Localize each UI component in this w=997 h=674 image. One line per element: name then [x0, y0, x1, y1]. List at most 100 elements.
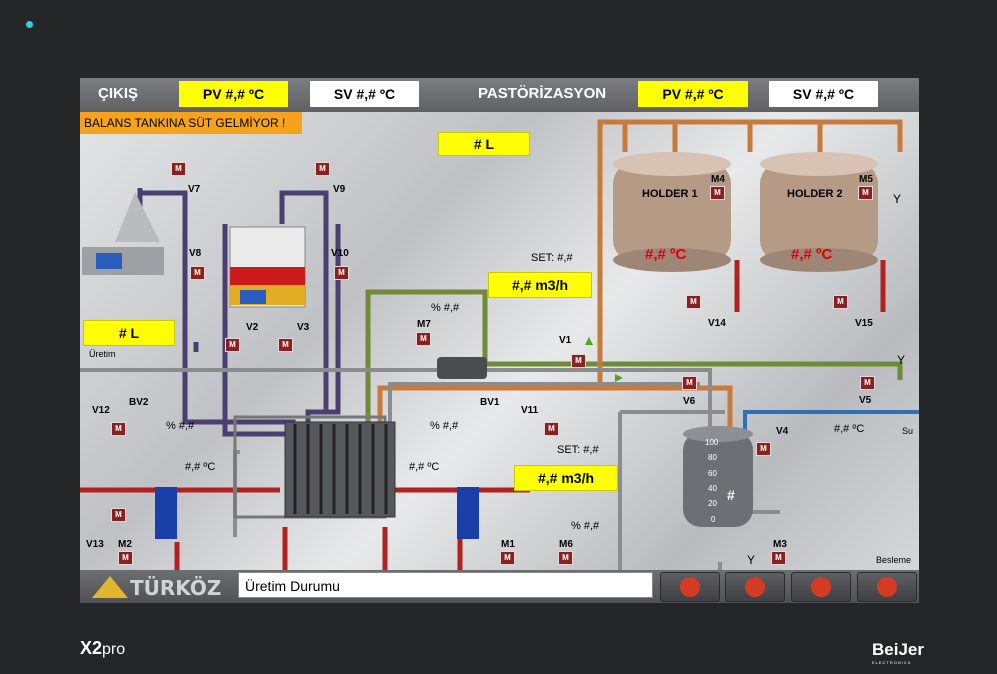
- tank-scale-60: 60: [708, 469, 717, 478]
- v5-motor-button[interactable]: M: [860, 376, 875, 390]
- v3-motor-button[interactable]: M: [278, 338, 293, 352]
- m3-button[interactable]: M: [771, 551, 786, 565]
- v14-motor-button[interactable]: M: [686, 295, 701, 309]
- v4-label: V4: [776, 426, 789, 437]
- set-bottom: SET: #,#: [557, 444, 599, 456]
- flow-top-display: #,# m3/h: [488, 272, 592, 298]
- hmi-screen: ÇIKIŞ PV #,# ºC SV #,# ºC PASTÖRİZASYON …: [80, 78, 919, 603]
- m7-label: M7: [417, 319, 431, 330]
- v2-motor-button[interactable]: M: [225, 338, 240, 352]
- cikis-pv: PV #,# ºC: [179, 81, 288, 107]
- process-diagram: BALANS TANKINA SÜT GELMİYOR ! # L # L Ür…: [80, 112, 919, 570]
- m7-percent: % #,#: [431, 302, 460, 314]
- v4-motor-button[interactable]: M: [756, 442, 771, 456]
- set-top: SET: #,#: [531, 252, 573, 264]
- v12-motor-button[interactable]: M: [111, 422, 126, 436]
- close-icon: [877, 577, 897, 597]
- power-led: [26, 21, 33, 28]
- flow-bottom-display: #,# m3/h: [514, 465, 618, 491]
- m4-label: M4: [711, 174, 725, 185]
- device-model-name: X2: [80, 638, 103, 658]
- holder1-name: HOLDER 1: [642, 188, 698, 200]
- v6-motor-button[interactable]: M: [682, 376, 697, 390]
- v7-label: V7: [188, 184, 201, 195]
- m1-label: M1: [501, 539, 515, 550]
- tank-scale-80: 80: [708, 453, 717, 462]
- vendor-sub: ELECTRONICS: [872, 660, 912, 665]
- bv1-percent: % #,#: [430, 420, 459, 432]
- tank-scale-0: 0: [711, 515, 716, 524]
- bv2-percent: % #,#: [166, 420, 195, 432]
- past-pv: PV #,# ºC: [638, 81, 748, 107]
- y-label-1: Y: [893, 192, 902, 206]
- alarm-button[interactable]: [791, 572, 851, 602]
- m2-button[interactable]: M: [118, 551, 133, 565]
- gear-icon: [745, 577, 765, 597]
- v1-label: V1: [559, 335, 572, 346]
- device-model: X2pro: [80, 638, 125, 659]
- v7-motor-button[interactable]: M: [171, 162, 186, 176]
- pastorizasyon-label: PASTÖRİZASYON: [478, 85, 607, 102]
- v8-label: V8: [189, 248, 202, 259]
- m1-button[interactable]: M: [500, 551, 515, 565]
- y-label-2: Y: [897, 353, 906, 367]
- v9-label: V9: [333, 184, 346, 195]
- v10-label: V10: [331, 248, 349, 259]
- holder2-temp: #,# ºC: [791, 246, 833, 263]
- settings-button[interactable]: [725, 572, 785, 602]
- cikis-label: ÇIKIŞ: [98, 85, 139, 102]
- v3-label: V3: [297, 322, 310, 333]
- past-sv[interactable]: SV #,# ºC: [769, 81, 878, 107]
- holder1-temp: #,# ºC: [645, 246, 687, 263]
- m6-button[interactable]: M: [558, 551, 573, 565]
- alarm-icon: [811, 577, 831, 597]
- v1-motor-button[interactable]: M: [571, 354, 586, 368]
- alarm-message: BALANS TANKINA SÜT GELMİYOR !: [80, 112, 302, 134]
- vendor-logo: BeiJer ELECTRONICS: [872, 640, 924, 665]
- production-icon: [680, 577, 700, 597]
- uretim-label: Üretim: [89, 349, 116, 359]
- temp-su: #,# ºC: [834, 423, 865, 435]
- m5-button[interactable]: M: [858, 186, 873, 200]
- tank-scale-40: 40: [708, 484, 717, 493]
- m2-label: M2: [118, 539, 132, 550]
- besleme-label: Besleme: [876, 555, 912, 565]
- balance-tank-value: #: [727, 487, 735, 503]
- v15-label: V15: [855, 318, 873, 329]
- device-model-suffix: pro: [102, 641, 126, 658]
- su-label: Su: [902, 426, 914, 436]
- top-bar: ÇIKIŞ PV #,# ºC SV #,# ºC PASTÖRİZASYON …: [80, 78, 919, 112]
- production-button[interactable]: [660, 572, 720, 602]
- v2-label: V2: [246, 322, 259, 333]
- tank-scale-100: 100: [705, 438, 719, 447]
- level-top-display: # L: [438, 132, 530, 156]
- v9-motor-button[interactable]: M: [315, 162, 330, 176]
- brand-name: TÜRKÖZ: [130, 576, 222, 600]
- v5-label: V5: [859, 395, 872, 406]
- y-label-3: Y: [747, 553, 756, 567]
- m3-label: M3: [773, 539, 787, 550]
- v15-motor-button[interactable]: M: [833, 295, 848, 309]
- temp-left: #,# ºC: [185, 461, 216, 473]
- cikis-sv[interactable]: SV #,# ºC: [310, 81, 419, 107]
- bv2-label: BV2: [129, 397, 149, 408]
- v6-label: V6: [683, 396, 696, 407]
- m6-label: M6: [559, 539, 573, 550]
- v8-motor-button[interactable]: M: [190, 266, 205, 280]
- bv1-label: BV1: [480, 397, 500, 408]
- m4-button[interactable]: M: [710, 186, 725, 200]
- v10-motor-button[interactable]: M: [334, 266, 349, 280]
- tank-scale-20: 20: [708, 499, 717, 508]
- v13-label: V13: [86, 539, 104, 550]
- piping-svg: [80, 119, 919, 570]
- m7-button[interactable]: M: [416, 332, 431, 346]
- close-button[interactable]: [857, 572, 917, 602]
- level-left-display: # L: [83, 320, 175, 346]
- v14-label: V14: [708, 318, 726, 329]
- v13-motor-button[interactable]: M: [111, 508, 126, 522]
- holder2-name: HOLDER 2: [787, 188, 843, 200]
- v11-motor-button[interactable]: M: [544, 422, 559, 436]
- turkoz-logo: TÜRKÖZ: [86, 574, 236, 600]
- status-field: Üretim Durumu: [238, 572, 653, 598]
- m6-percent: % #,#: [571, 520, 600, 532]
